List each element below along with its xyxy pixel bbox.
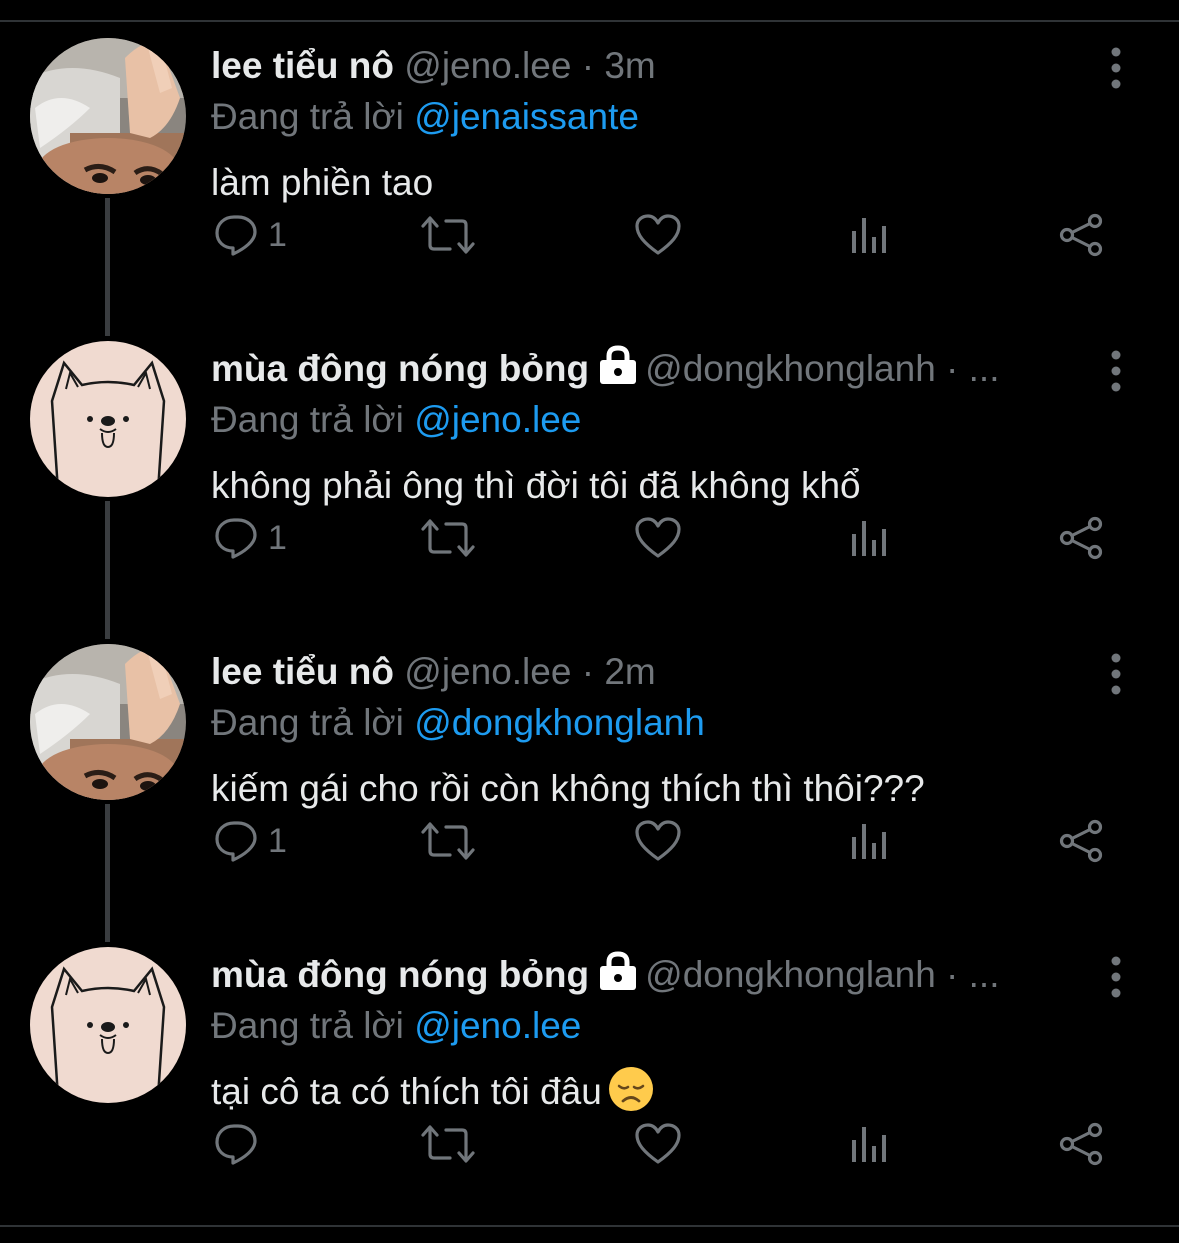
replying-to: Đang trả lời @dongkhonglanh [211, 698, 705, 748]
reply-icon [214, 1122, 258, 1166]
author-handle[interactable]: @jeno.lee [404, 651, 571, 692]
heart-icon [634, 1122, 682, 1166]
reply-button[interactable]: 1 [214, 205, 287, 265]
tweet[interactable]: lee tiểu nô @jeno.lee · 3m Đang trả lời … [0, 0, 1179, 303]
reply-mention-link[interactable]: @jeno.lee [414, 399, 581, 440]
tweet-header: lee tiểu nô @jeno.lee · 2m [211, 648, 656, 696]
reply-icon [214, 819, 258, 863]
retweet-button[interactable] [420, 811, 476, 871]
views-button[interactable] [849, 811, 889, 871]
reply-button[interactable]: 1 [214, 811, 287, 871]
tweet-header: mùa đông nóng bỏng @dongkhonglanh · ... [211, 951, 1000, 999]
heart-icon [634, 516, 682, 560]
action-bar: 1 [0, 811, 1179, 871]
more-vertical-icon[interactable] [1104, 955, 1128, 999]
author-handle[interactable]: @dongkhonglanh · ... [645, 954, 999, 995]
avatar[interactable] [30, 341, 186, 497]
tweet-header: mùa đông nóng bỏng @dongkhonglanh · ... [211, 345, 1000, 393]
tweet-text: không phải ông thì đời tôi đã không khổ [211, 465, 861, 506]
author-handle[interactable]: @dongkhonglanh · ... [645, 348, 999, 389]
like-button[interactable] [634, 508, 682, 568]
tweet-header: lee tiểu nô @jeno.lee · 3m [211, 42, 656, 90]
share-icon [1057, 213, 1105, 257]
dog-drawing-avatar-icon [30, 947, 186, 1103]
share-button[interactable] [1057, 508, 1105, 568]
share-icon [1057, 1122, 1105, 1166]
retweet-button[interactable] [420, 1114, 476, 1174]
share-button[interactable] [1057, 1114, 1105, 1174]
share-button[interactable] [1057, 205, 1105, 265]
retweet-icon [420, 1122, 476, 1166]
replying-to: Đang trả lời @jeno.lee [211, 395, 581, 445]
author-name[interactable]: lee tiểu nô [211, 651, 394, 692]
views-button[interactable] [849, 508, 889, 568]
retweet-button[interactable] [420, 205, 476, 265]
action-bar: 1 [0, 205, 1179, 265]
reply-count: 1 [268, 518, 287, 557]
replying-to: Đang trả lời @jeno.lee [211, 1001, 581, 1051]
like-button[interactable] [634, 1114, 682, 1174]
reply-button[interactable]: 1 [214, 508, 287, 568]
disappointed-face-icon [608, 1066, 654, 1112]
action-bar [0, 1114, 1179, 1174]
dog-drawing-avatar-icon [30, 341, 186, 497]
photo-avatar-icon [30, 38, 186, 194]
avatar[interactable] [30, 947, 186, 1103]
tweet[interactable]: lee tiểu nô @jeno.lee · 2m Đang trả lời … [0, 606, 1179, 909]
like-button[interactable] [634, 811, 682, 871]
reply-button[interactable] [214, 1114, 258, 1174]
heart-icon [634, 213, 682, 257]
views-icon [849, 819, 889, 863]
tweet-text: tại cô ta có thích tôi đâu [211, 1066, 654, 1118]
retweet-icon [420, 819, 476, 863]
author-handle[interactable]: @jeno.lee [404, 45, 571, 86]
more-vertical-icon[interactable] [1104, 349, 1128, 393]
replying-to: Đang trả lời @jenaissante [211, 92, 639, 142]
share-icon [1057, 819, 1105, 863]
views-icon [849, 1122, 889, 1166]
lock-icon [597, 345, 639, 385]
bottom-divider [0, 1225, 1179, 1227]
reply-mention-link[interactable]: @dongkhonglanh [414, 702, 705, 743]
avatar[interactable] [30, 38, 186, 194]
heart-icon [634, 819, 682, 863]
reply-count: 1 [268, 821, 287, 860]
reply-prefix: Đang trả lời [211, 399, 404, 440]
tweet-text-content: tại cô ta có thích tôi đâu [211, 1071, 602, 1112]
author-name[interactable]: lee tiểu nô [211, 45, 394, 86]
reply-count: 1 [268, 215, 287, 254]
reply-prefix: Đang trả lời [211, 1005, 404, 1046]
tweet-text: làm phiền tao [211, 162, 434, 203]
retweet-icon [420, 516, 476, 560]
views-button[interactable] [849, 205, 889, 265]
author-name[interactable]: mùa đông nóng bỏng [211, 954, 589, 995]
share-icon [1057, 516, 1105, 560]
reply-mention-link[interactable]: @jeno.lee [414, 1005, 581, 1046]
author-name[interactable]: mùa đông nóng bỏng [211, 348, 589, 389]
tweet[interactable]: mùa đông nóng bỏng @dongkhonglanh · ... Đ… [0, 303, 1179, 606]
avatar[interactable] [30, 644, 186, 800]
share-button[interactable] [1057, 811, 1105, 871]
reply-prefix: Đang trả lời [211, 96, 404, 137]
views-button[interactable] [849, 1114, 889, 1174]
reply-prefix: Đang trả lời [211, 702, 404, 743]
photo-avatar-icon [30, 644, 186, 800]
reply-mention-link[interactable]: @jenaissante [414, 96, 639, 137]
reply-icon [214, 213, 258, 257]
more-vertical-icon[interactable] [1104, 46, 1128, 90]
views-icon [849, 213, 889, 257]
reply-icon [214, 516, 258, 560]
action-bar: 1 [0, 508, 1179, 568]
retweet-button[interactable] [420, 508, 476, 568]
timestamp: · 3m [581, 45, 656, 86]
more-vertical-icon[interactable] [1104, 652, 1128, 696]
tweet[interactable]: mùa đông nóng bỏng @dongkhonglanh · ... Đ… [0, 909, 1179, 1212]
timestamp: · 2m [581, 651, 656, 692]
retweet-icon [420, 213, 476, 257]
views-icon [849, 516, 889, 560]
lock-icon [597, 951, 639, 991]
like-button[interactable] [634, 205, 682, 265]
tweet-text: kiếm gái cho rồi còn không thích thì thô… [211, 768, 925, 809]
